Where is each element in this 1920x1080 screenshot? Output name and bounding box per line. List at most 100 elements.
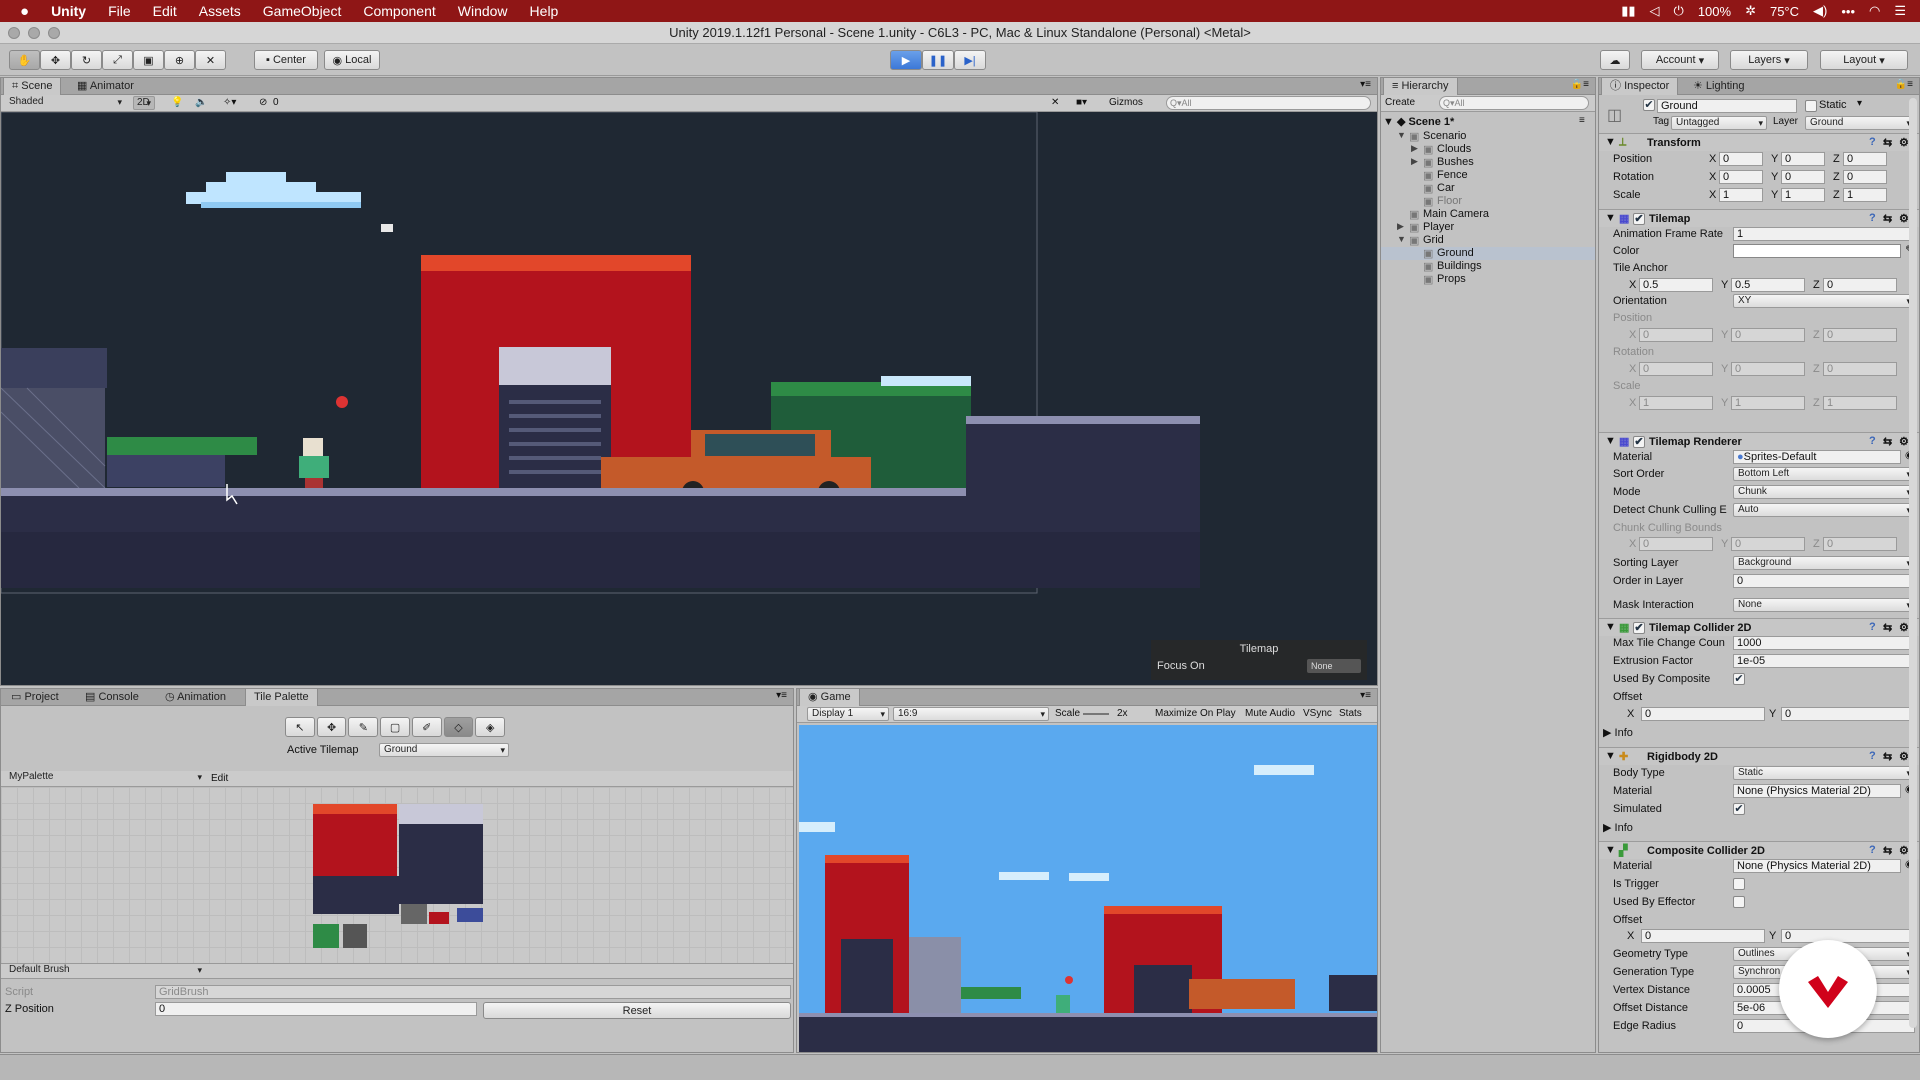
rb-material-field[interactable]: None (Physics Material 2D) <box>1733 784 1901 798</box>
order-in-layer-input[interactable]: 0 <box>1733 574 1915 588</box>
account-dropdown[interactable]: Account ▾ <box>1641 50 1719 70</box>
rect-tool-icon[interactable]: ▣ <box>133 50 164 70</box>
power-icon[interactable]: ⏻ <box>1674 3 1684 19</box>
fold-arrow-icon[interactable]: ▼ <box>1605 750 1616 762</box>
panel-menu-icon[interactable]: ▾≡ <box>1360 79 1371 90</box>
preset-icon[interactable]: ⇆ <box>1883 750 1892 763</box>
step-button[interactable]: ▶| <box>954 50 986 70</box>
rotate-tool-icon[interactable]: ↻ <box>71 50 102 70</box>
box-fill-icon[interactable]: ▢ <box>380 717 410 737</box>
settings-gear-icon[interactable]: ⚙ <box>1899 136 1909 149</box>
hierarchy-item[interactable]: ▶ ▣ Player <box>1381 221 1595 234</box>
tab-animator[interactable]: ▦ Animator <box>69 78 142 95</box>
help-icon[interactable]: ? <box>1869 136 1876 148</box>
fold-arrow-icon[interactable]: ▼ <box>1605 136 1616 148</box>
preset-icon[interactable]: ⇆ <box>1883 136 1892 149</box>
tools-icon[interactable]: ✕ <box>1051 97 1059 108</box>
camera-icon[interactable]: ■▾ <box>1076 97 1087 108</box>
stats-toggle[interactable]: Stats <box>1339 708 1362 719</box>
hierarchy-item[interactable]: ▣ Props <box>1381 273 1595 286</box>
help-icon[interactable]: ? <box>1869 435 1876 447</box>
tab-project[interactable]: ▭ Project <box>3 689 67 706</box>
panels-icon[interactable]: ▮▮ <box>1621 3 1635 19</box>
fill-bucket-icon[interactable]: ◈ <box>475 717 506 737</box>
collab-cloud-icon[interactable]: ☁ <box>1600 50 1630 70</box>
inspector-scrollbar[interactable] <box>1909 98 1917 1028</box>
rigidbody-header[interactable]: ▼ ✚ Rigidbody 2D ? ⇆ ⚙ <box>1599 747 1919 765</box>
used-by-composite-checkbox[interactable]: ✔ <box>1733 673 1745 685</box>
static-dropdown-icon[interactable]: ▾ <box>1857 98 1862 109</box>
temperature-icon[interactable]: ✲ <box>1745 3 1756 19</box>
apple-logo-icon[interactable]: ● <box>20 3 29 20</box>
scene-search-input[interactable]: Q▾All <box>1166 96 1371 110</box>
tab-animation[interactable]: ◷ Animation <box>157 689 234 706</box>
tilemap-collider-header[interactable]: ▼ ▦ ✔ Tilemap Collider 2D ? ⇆ ⚙ <box>1599 618 1919 636</box>
layers-dropdown[interactable]: Layers ▾ <box>1730 50 1808 70</box>
eraser-icon[interactable]: ◇ <box>443 717 474 737</box>
shading-mode-dropdown[interactable]: Shaded <box>5 96 125 110</box>
custom-tool-icon[interactable]: ✕ <box>195 50 226 70</box>
tab-scene[interactable]: ⌗ Scene <box>3 78 62 95</box>
lighting-toggle-icon[interactable]: 💡 <box>171 97 183 108</box>
more-icon[interactable]: ••• <box>1841 4 1855 19</box>
tile-anchor-z[interactable]: 0 <box>1823 278 1897 292</box>
rotation-x[interactable]: 0 <box>1719 170 1763 184</box>
help-icon[interactable]: ? <box>1869 212 1876 224</box>
fold-arrow-icon[interactable]: ▼ <box>1605 212 1616 224</box>
select-tool-icon[interactable]: ↖ <box>285 717 315 737</box>
picker-icon[interactable]: ✐ <box>411 717 442 737</box>
settings-gear-icon[interactable]: ⚙ <box>1899 844 1909 857</box>
lock-icon[interactable]: 🔒≡ <box>1571 79 1589 90</box>
help-icon[interactable]: ? <box>1869 844 1876 856</box>
scene-view[interactable]: Tilemap Focus On None <box>1 112 1377 685</box>
zoom-window-icon[interactable] <box>48 27 60 39</box>
active-tilemap-dropdown[interactable]: Ground <box>379 743 509 757</box>
palette-edit-button[interactable]: Edit <box>211 773 228 784</box>
position-y[interactable]: 0 <box>1781 152 1825 166</box>
collider-offset-x[interactable]: 0 <box>1641 707 1765 721</box>
scale-tool-icon[interactable]: ⤢ <box>102 50 133 70</box>
menu-file[interactable]: File <box>108 3 131 19</box>
preset-icon[interactable]: ⇆ <box>1883 212 1892 225</box>
mode-dropdown[interactable]: Chunk <box>1733 485 1915 499</box>
menu-help[interactable]: Help <box>530 3 559 19</box>
pivot-local-button[interactable]: ◉ Local <box>324 50 380 70</box>
paint-brush-icon[interactable]: ✎ <box>348 717 379 737</box>
transform-tool-icon[interactable]: ⊕ <box>164 50 195 70</box>
hierarchy-item[interactable]: ▣ Fence <box>1381 169 1595 182</box>
move-tool-icon[interactable]: ✥ <box>316 717 347 737</box>
preset-icon[interactable]: ⇆ <box>1883 435 1892 448</box>
hand-tool-icon[interactable]: ✋ <box>9 50 40 70</box>
object-name-input[interactable]: Ground <box>1657 99 1797 113</box>
close-window-icon[interactable] <box>8 27 20 39</box>
position-z[interactable]: 0 <box>1843 152 1887 166</box>
scale-z[interactable]: 1 <box>1843 188 1887 202</box>
settings-gear-icon[interactable]: ⚙ <box>1899 212 1909 225</box>
maximize-on-play-toggle[interactable]: Maximize On Play <box>1155 708 1236 719</box>
hierarchy-item[interactable]: ▣ Ground <box>1381 247 1595 260</box>
static-checkbox[interactable] <box>1805 100 1817 112</box>
scene-root[interactable]: ▼ ◆ Scene 1* ≡ <box>1383 115 1585 128</box>
renderer-enabled-checkbox[interactable]: ✔ <box>1633 436 1645 448</box>
list-icon[interactable]: ☰ <box>1894 3 1906 19</box>
expand-arrow-icon[interactable]: ▼ <box>1397 234 1406 244</box>
used-by-effector-checkbox[interactable] <box>1733 896 1745 908</box>
preset-icon[interactable]: ⇆ <box>1883 621 1892 634</box>
scale-slider[interactable] <box>1083 713 1109 715</box>
expand-arrow-icon[interactable]: ▼ <box>1383 116 1397 128</box>
mute-audio-toggle[interactable]: Mute Audio <box>1245 708 1295 719</box>
brush-dropdown[interactable]: Default Brush <box>5 964 205 978</box>
body-type-dropdown[interactable]: Static <box>1733 766 1915 780</box>
renderer-material-field[interactable]: ●Sprites-Default <box>1733 450 1901 464</box>
tile-anchor-y[interactable]: 0.5 <box>1731 278 1805 292</box>
collider-offset-y[interactable]: 0 <box>1781 707 1915 721</box>
menu-component[interactable]: Component <box>363 3 435 19</box>
transform-header[interactable]: ▼ ⟂ Transform ? ⇆ ⚙ <box>1599 133 1919 151</box>
orientation-dropdown[interactable]: XY <box>1733 294 1915 308</box>
position-x[interactable]: 0 <box>1719 152 1763 166</box>
expand-arrow-icon[interactable]: ▼ <box>1397 130 1406 140</box>
tab-hierarchy[interactable]: ≡ Hierarchy <box>1383 78 1458 95</box>
max-tile-input[interactable]: 1000 <box>1733 636 1915 650</box>
hierarchy-item[interactable]: ▶ ▣ Clouds <box>1381 143 1595 156</box>
settings-gear-icon[interactable]: ⚙ <box>1899 750 1909 763</box>
